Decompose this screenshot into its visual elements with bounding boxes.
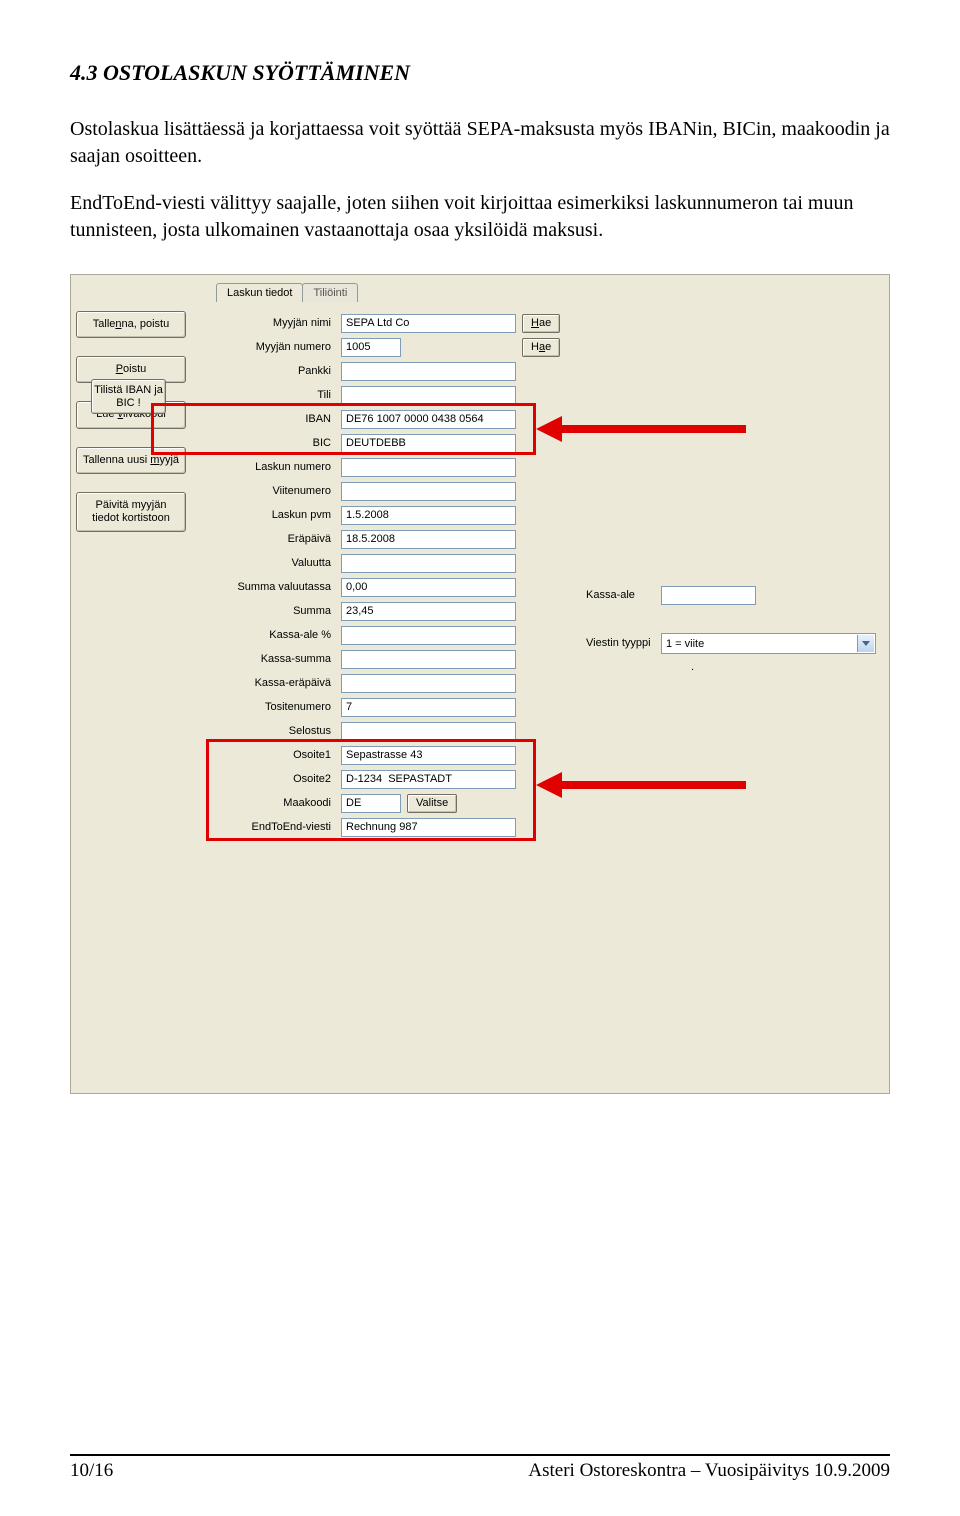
seller-name-label: Myyjän nimi — [216, 317, 341, 329]
discount-pct-input[interactable] — [341, 626, 516, 645]
intro-para-2: EndToEnd-viesti välittyy saajalle, joten… — [70, 190, 890, 244]
country-select-button[interactable]: Valitse — [407, 794, 457, 813]
account-input[interactable] — [341, 386, 516, 405]
iban-label: IBAN — [216, 413, 341, 425]
kassa-ale-right-label: Kassa-ale — [586, 589, 635, 601]
endtoend-label: EndToEnd-viesti — [216, 821, 341, 833]
footer-title: Asteri Ostoreskontra – Vuosipäivitys 10.… — [528, 1460, 890, 1482]
description-input[interactable] — [341, 722, 516, 741]
invoice-no-input[interactable] — [341, 458, 516, 477]
amount-currency-input[interactable] — [341, 578, 516, 597]
message-type-value: 1 = viite — [666, 638, 704, 650]
address1-label: Osoite1 — [216, 749, 341, 761]
invoice-date-input[interactable] — [341, 506, 516, 525]
invoice-form-window: Tallenna, poistu Poistu Lue viivakoodi T… — [70, 274, 890, 1094]
currency-label: Valuutta — [216, 557, 341, 569]
tab-account-assignment[interactable]: Tiliöinti — [302, 283, 358, 302]
section-heading: 4.3 OSTOLASKUN SYÖTTÄMINEN — [70, 60, 890, 86]
iban-from-account-button[interactable]: Tilistä IBAN ja BIC ! — [91, 379, 166, 414]
address2-label: Osoite2 — [216, 773, 341, 785]
address2-input[interactable] — [341, 770, 516, 789]
amount-label: Summa — [216, 605, 341, 617]
bic-input[interactable] — [341, 434, 516, 453]
reference-no-input[interactable] — [341, 482, 516, 501]
seller-name-hae-button[interactable]: Hae — [522, 314, 560, 333]
invoice-form: Myyjän nimi Hae Myyjän numero Hae Pankki… — [216, 311, 881, 839]
address1-input[interactable] — [341, 746, 516, 765]
tab-invoice-details[interactable]: Laskun tiedot — [216, 283, 303, 302]
bank-input[interactable] — [341, 362, 516, 381]
chevron-down-icon — [862, 641, 870, 646]
page-number: 10/16 — [70, 1460, 113, 1482]
endtoend-input[interactable] — [341, 818, 516, 837]
invoice-date-label: Laskun pvm — [216, 509, 341, 521]
due-date-label: Eräpäivä — [216, 533, 341, 545]
description-label: Selostus — [216, 725, 341, 737]
country-code-label: Maakoodi — [216, 797, 341, 809]
voucher-no-input[interactable] — [341, 698, 516, 717]
discount-pct-label: Kassa-ale % — [216, 629, 341, 641]
seller-no-hae-button[interactable]: Hae — [522, 338, 560, 357]
discount-sum-input[interactable] — [341, 650, 516, 669]
discount-sum-label: Kassa-summa — [216, 653, 341, 665]
account-label: Tili — [216, 389, 341, 401]
voucher-no-label: Tositenumero — [216, 701, 341, 713]
amount-currency-label: Summa valuutassa — [216, 581, 341, 593]
iban-input[interactable] — [341, 410, 516, 429]
bank-label: Pankki — [216, 365, 341, 377]
kassa-ale-right-input[interactable] — [661, 586, 756, 605]
tab-content: Tilistä IBAN ja BIC ! Myyjän nimi Hae My… — [216, 303, 881, 1085]
update-seller-card-button[interactable]: Päivitä myyjän tiedot kortistoon — [76, 492, 186, 532]
save-exit-button[interactable]: Tallenna, poistu — [76, 311, 186, 338]
country-code-input[interactable] — [341, 794, 401, 813]
page-footer: 10/16 Asteri Ostoreskontra – Vuosipäivit… — [70, 1460, 890, 1482]
amount-input[interactable] — [341, 602, 516, 621]
invoice-no-label: Laskun numero — [216, 461, 341, 473]
due-date-input[interactable] — [341, 530, 516, 549]
footer-divider — [70, 1454, 890, 1456]
left-button-column: Tallenna, poistu Poistu Lue viivakoodi T… — [76, 311, 186, 532]
discount-due-input[interactable] — [341, 674, 516, 693]
message-type-dropdown[interactable]: 1 = viite — [661, 633, 876, 654]
bic-label: BIC — [216, 437, 341, 449]
discount-due-label: Kassa-eräpäivä — [216, 677, 341, 689]
dot-text: . — [691, 661, 694, 673]
seller-name-input[interactable] — [341, 314, 516, 333]
save-new-seller-button[interactable]: Tallenna uusi myyjä — [76, 447, 186, 474]
reference-no-label: Viitenumero — [216, 485, 341, 497]
tab-bar: Laskun tiedot Tiliöinti — [216, 283, 358, 302]
seller-no-label: Myyjän numero — [216, 341, 341, 353]
message-type-label: Viestin tyyppi — [586, 637, 651, 649]
currency-input[interactable] — [341, 554, 516, 573]
seller-no-input[interactable] — [341, 338, 401, 357]
intro-para-1: Ostolaskua lisättäessä ja korjattaessa v… — [70, 116, 890, 170]
